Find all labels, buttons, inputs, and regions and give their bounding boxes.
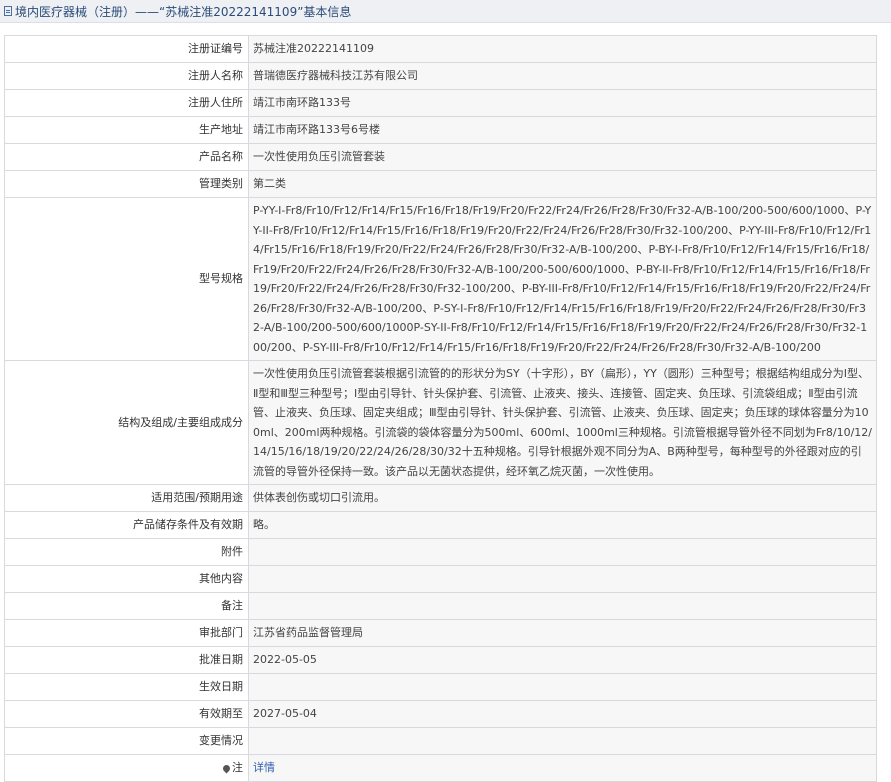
row-label-approval-department: 审批部门 — [4, 619, 249, 647]
row-label-product-name: 产品名称 — [4, 143, 249, 171]
row-label-storage-validity: 产品储存条件及有效期 — [4, 511, 249, 539]
row-value-product-name: 一次性使用负压引流管套装 — [248, 143, 877, 171]
row-label-change-history: 变更情况 — [4, 727, 249, 755]
row-value-management-category: 第二类 — [248, 170, 877, 198]
row-label-valid-until: 有效期至 — [4, 700, 249, 728]
table-row: 管理类别 第二类 — [4, 170, 877, 198]
row-value-approval-department: 江苏省药品监督管理局 — [248, 619, 877, 647]
row-value-note: 详情 — [248, 754, 877, 782]
table-row: 有效期至 2027-05-04 — [4, 700, 877, 728]
table-row: 审批部门 江苏省药品监督管理局 — [4, 619, 877, 647]
row-label-intended-use: 适用范围/预期用途 — [4, 484, 249, 512]
row-value-registrant-name: 普瑞德医疗器械科技江苏有限公司 — [248, 62, 877, 90]
table-row: 批准日期 2022-05-05 — [4, 646, 877, 674]
table-row: 附件 — [4, 538, 877, 566]
pin-icon — [221, 763, 232, 774]
table-row: 生效日期 — [4, 673, 877, 701]
table-row: 产品名称 一次性使用负压引流管套装 — [4, 143, 877, 171]
row-value-structure-composition: 一次性使用负压引流管套装根据引流管的的形状分为SY（十字形），BY（扁形），YY… — [248, 360, 877, 485]
row-label-registration-no: 注册证编号 — [4, 35, 249, 63]
note-label-text: 注 — [232, 761, 243, 775]
table-row: 注 详情 — [4, 754, 877, 782]
row-label-registrant-name: 注册人名称 — [4, 62, 249, 90]
row-label-approval-date: 批准日期 — [4, 646, 249, 674]
row-value-production-address: 靖江市南环路133号6号楼 — [248, 116, 877, 144]
info-table: 注册证编号 苏械注准20222141109 注册人名称 普瑞德医疗器械科技江苏有… — [4, 35, 877, 782]
row-label-attachment: 附件 — [4, 538, 249, 566]
row-value-registration-no: 苏械注准20222141109 — [248, 35, 877, 63]
document-icon — [4, 6, 12, 16]
table-row: 备注 — [4, 592, 877, 620]
row-label-remarks: 备注 — [4, 592, 249, 620]
table-row: 产品储存条件及有效期 略。 — [4, 511, 877, 539]
row-value-registrant-address: 靖江市南环路133号 — [248, 89, 877, 117]
table-row: 注册人住所 靖江市南环路133号 — [4, 89, 877, 117]
row-value-storage-validity: 略。 — [248, 511, 877, 539]
page-title: 境内医疗器械（注册）——“苏械注准20222141109”基本信息 — [15, 4, 352, 19]
table-row: 型号规格 P-YY-I-Fr8/Fr10/Fr12/Fr14/Fr15/Fr16… — [4, 197, 877, 361]
row-label-structure-composition: 结构及组成/主要组成成分 — [4, 360, 249, 485]
table-row: 注册人名称 普瑞德医疗器械科技江苏有限公司 — [4, 62, 877, 90]
row-value-change-history — [248, 727, 877, 755]
row-label-model-spec: 型号规格 — [4, 197, 249, 361]
table-row: 适用范围/预期用途 供体表创伤或切口引流用。 — [4, 484, 877, 512]
row-value-valid-until: 2027-05-04 — [248, 700, 877, 728]
row-value-effective-date — [248, 673, 877, 701]
row-label-management-category: 管理类别 — [4, 170, 249, 198]
row-label-registrant-address: 注册人住所 — [4, 89, 249, 117]
row-label-production-address: 生产地址 — [4, 116, 249, 144]
table-row: 生产地址 靖江市南环路133号6号楼 — [4, 116, 877, 144]
table-row: 其他内容 — [4, 565, 877, 593]
row-label-note: 注 — [4, 754, 249, 782]
row-label-other-content: 其他内容 — [4, 565, 249, 593]
row-value-other-content — [248, 565, 877, 593]
row-value-model-spec: P-YY-I-Fr8/Fr10/Fr12/Fr14/Fr15/Fr16/Fr18… — [248, 197, 877, 361]
table-row: 注册证编号 苏械注准20222141109 — [4, 35, 877, 63]
row-value-remarks — [248, 592, 877, 620]
table-row: 变更情况 — [4, 727, 877, 755]
row-value-approval-date: 2022-05-05 — [248, 646, 877, 674]
table-row: 结构及组成/主要组成成分 一次性使用负压引流管套装根据引流管的的形状分为SY（十… — [4, 360, 877, 485]
row-label-effective-date: 生效日期 — [4, 673, 249, 701]
page-header: 境内医疗器械（注册）——“苏械注准20222141109”基本信息 — [0, 0, 891, 23]
row-value-intended-use: 供体表创伤或切口引流用。 — [248, 484, 877, 512]
details-link[interactable]: 详情 — [253, 761, 275, 774]
row-value-attachment — [248, 538, 877, 566]
